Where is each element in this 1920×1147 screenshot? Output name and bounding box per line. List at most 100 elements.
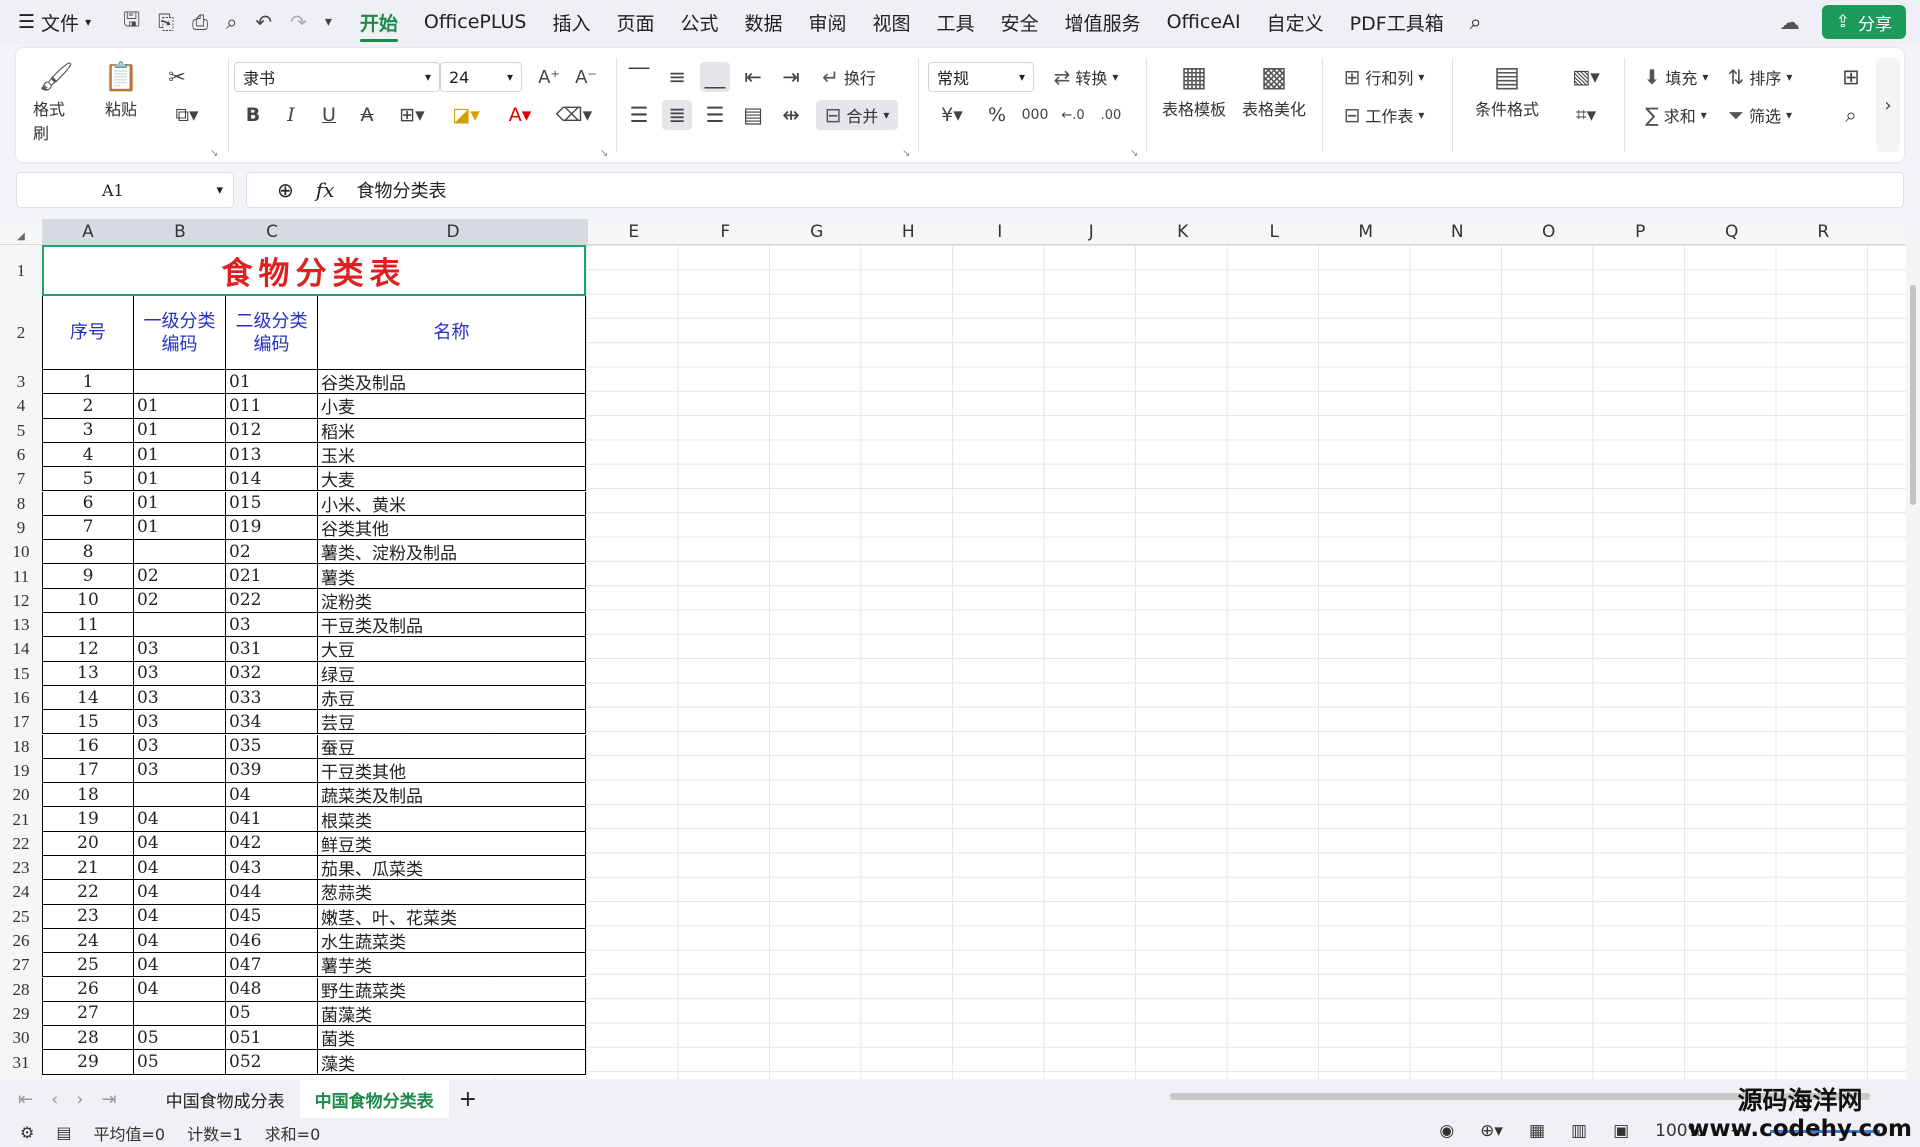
table-cell[interactable]: 薯芋类 [318,953,586,978]
table-cell[interactable]: 01 [134,515,226,541]
decrease-font-icon[interactable]: A⁻ [571,62,601,92]
page-break-icon[interactable]: ▣ [1613,1121,1629,1141]
table-cell[interactable]: 043 [226,856,318,881]
table-cell[interactable]: 谷类及制品 [318,370,586,395]
row-header-4[interactable]: 4 [0,394,42,419]
table-cell[interactable]: 3 [42,418,134,443]
table-cell[interactable]: 1 [42,370,134,395]
vertical-scroll-thumb[interactable] [1910,285,1916,505]
table-template-button[interactable]: ▦ 表格模板 [1158,62,1230,120]
font-name-select[interactable]: 隶书 ▾ [234,62,440,92]
formula-input[interactable]: ⊕ fx 食物分类表 [246,172,1904,208]
table-cell[interactable]: 蚕豆 [318,734,586,759]
row-header-2[interactable]: 2 [0,296,42,370]
table-cell[interactable] [134,1001,226,1027]
table-cell[interactable]: 04 [134,928,226,954]
worksheet-button[interactable]: ⊟ 工作表 ▾ [1334,100,1434,130]
table-cell[interactable]: 04 [134,831,226,856]
table-cell[interactable]: 03 [134,661,226,686]
macro-icon[interactable]: ⚙ [20,1123,34,1142]
table-cell[interactable]: 鲜豆类 [318,831,586,856]
table-cell[interactable]: 绿豆 [318,661,586,686]
table-cell[interactable]: 葱蒜类 [318,880,586,905]
table-cell[interactable]: 菌藻类 [318,1001,586,1027]
table-cell[interactable]: 04 [134,977,226,1002]
filter-button[interactable]: ⏷ 筛选 ▾ [1720,100,1800,130]
tab-formula[interactable]: 公式 [680,3,718,42]
table-cell[interactable] [134,613,226,638]
table-cell[interactable]: 15 [42,710,134,735]
strikethrough-icon[interactable]: A [352,100,382,130]
row-header-24[interactable]: 24 [0,880,42,905]
tab-pdf-toolbox[interactable]: PDF工具箱 [1350,3,1444,42]
column-header-a[interactable]: A [42,219,134,245]
table-cell[interactable]: 大麦 [318,467,586,492]
page-layout-icon[interactable]: ▥ [1571,1121,1587,1141]
table-cell[interactable]: 01 [226,370,318,395]
row-header-3[interactable]: 3 [0,370,42,395]
normal-view-icon[interactable]: ▦ [1529,1121,1545,1141]
number-launcher-icon[interactable]: ↘ [1130,148,1138,159]
table-cell[interactable]: 19 [42,807,134,832]
number-format-select[interactable]: 常规 ▾ [928,62,1034,92]
print-preview-icon[interactable]: ⌕ [226,10,237,34]
row-header-31[interactable]: 31 [0,1050,42,1075]
table-cell[interactable]: 04 [134,904,226,929]
table-cell[interactable]: 25 [42,953,134,978]
sheet-tab-food-classification[interactable]: 中国食物分类表 [299,1080,449,1118]
clear-format-icon[interactable]: ⌫▾ [552,100,596,130]
add-sheet-icon[interactable]: + [459,1087,477,1112]
table-cell[interactable]: 淀粉类 [318,588,586,613]
row-header-26[interactable]: 26 [0,928,42,954]
table-cell[interactable]: 28 [42,1026,134,1051]
tab-value-added[interactable]: 增值服务 [1065,3,1141,42]
table-cell[interactable]: 23 [42,904,134,929]
cell-style-icon[interactable]: ▧▾ [1564,62,1608,92]
column-header-o[interactable]: O [1503,219,1595,245]
row-header-10[interactable]: 10 [0,540,42,565]
sheet-tab-food-composition[interactable]: 中国食物成分表 [151,1080,300,1118]
row-header-21[interactable]: 21 [0,807,42,832]
search-icon[interactable]: ⌕ [1470,4,1482,41]
row-header-29[interactable]: 29 [0,1001,42,1027]
table-cell[interactable]: 小麦 [318,394,586,419]
sum-button[interactable]: ∑ 求和 ▾ [1636,100,1716,130]
font-size-select[interactable]: 24 ▾ [440,62,522,92]
table-cell[interactable]: 012 [226,418,318,443]
row-header-20[interactable]: 20 [0,783,42,808]
table-cell[interactable]: 水生蔬菜类 [318,928,586,954]
table-cell[interactable]: 5 [42,467,134,492]
column-header-m[interactable]: M [1320,219,1412,245]
row-header-18[interactable]: 18 [0,734,42,759]
table-cell[interactable]: 02 [134,564,226,589]
share-button[interactable]: ⇪ 分享 [1821,5,1906,39]
save-icon[interactable]: 🖫 [123,5,140,39]
rows-cols-button[interactable]: ⊞ 行和列 ▾ [1334,62,1434,92]
table-cell[interactable]: 4 [42,442,134,468]
table-cell[interactable] [134,783,226,808]
spreadsheet-grid[interactable]: ◢ ABCDEFGHIJKLMNOPQR 食物分类表 序号 一级分类 编码 二级分类… [0,219,1906,1079]
row-header-16[interactable]: 16 [0,685,42,711]
crop-icon[interactable]: ⌗▾ [1564,100,1608,130]
table-cell[interactable]: 04 [134,880,226,905]
ribbon-scroll-right-icon[interactable]: › [1876,58,1900,152]
table-cell[interactable]: 6 [42,491,134,516]
column-header-e[interactable]: E [588,219,680,245]
print-icon[interactable]: ⎙ [192,10,208,34]
tab-officeplus[interactable]: OfficePLUS [424,5,527,39]
sort-button[interactable]: ⇅ 排序 ▾ [1720,62,1800,92]
table-cell[interactable]: 031 [226,637,318,662]
format-painter-button[interactable]: 🖌 格式刷 [33,62,79,144]
tab-view[interactable]: 视图 [873,3,911,42]
more-quick-access-icon[interactable]: ▾ [325,14,332,30]
align-bottom-icon[interactable]: ⎽ [700,62,730,92]
row-header-1[interactable]: 1 [0,245,42,296]
table-cell[interactable]: 16 [42,734,134,759]
row-header-23[interactable]: 23 [0,856,42,881]
table-cell[interactable]: 014 [226,467,318,492]
convert-button[interactable]: ⇄ 转换 ▾ [1046,62,1126,92]
next-sheet-icon[interactable]: › [76,1089,83,1110]
table-cell[interactable]: 022 [226,588,318,613]
table-header-cell[interactable]: 序号 [42,296,134,370]
row-header-19[interactable]: 19 [0,758,42,784]
